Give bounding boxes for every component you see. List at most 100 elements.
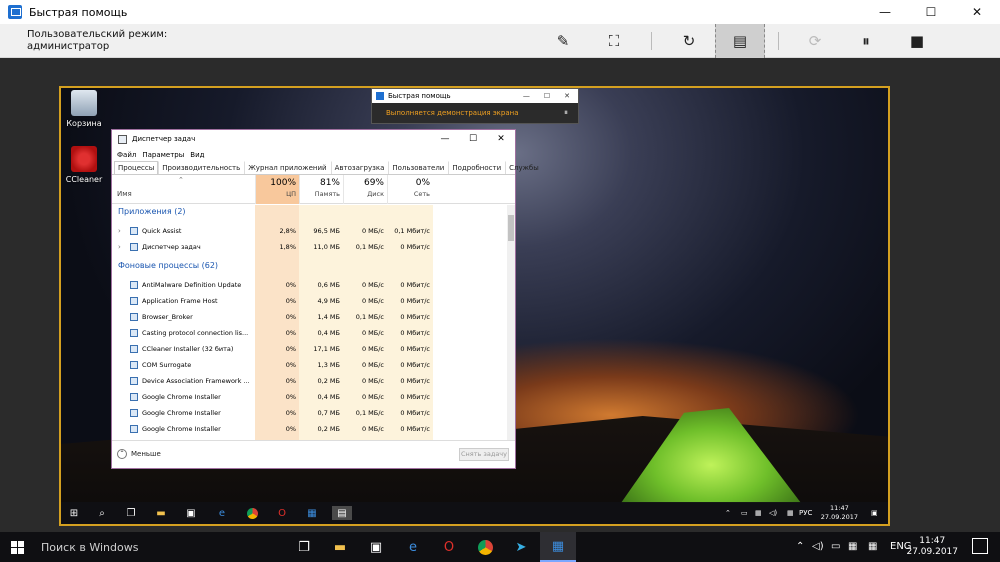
table-row[interactable]: Casting protocol connection lis... 0% 0,4 … (112, 325, 508, 341)
tab-app-history[interactable]: Журнал приложений (244, 161, 330, 174)
table-row[interactable]: AntiMalware Definition Update 0% 0,6 МБ 0 М… (112, 277, 508, 293)
table-row[interactable]: Device Association Framework ... 0% 0,2 МБ… (112, 373, 508, 389)
process-network: 0 Мбит/с (400, 393, 430, 401)
language-indicator[interactable]: РУС (799, 502, 812, 524)
remote-quick-assist-titlebar: Быстрая помощь — ☐ ✕ (372, 89, 578, 103)
table-row[interactable]: CCleaner Installer (32 бита) 0% 17,1 МБ 0 М… (112, 341, 508, 357)
restart-button[interactable]: ↻ (664, 24, 714, 58)
minimize-button[interactable]: — (523, 92, 530, 100)
chrome-icon[interactable] (245, 506, 259, 520)
opera-icon[interactable]: O (439, 537, 459, 557)
notifications-icon[interactable] (972, 538, 988, 554)
menu-file[interactable]: Файл (117, 151, 136, 159)
fit-screen-button[interactable]: ⛶ (589, 24, 639, 58)
tab-services[interactable]: Службы (505, 161, 543, 174)
tab-processes[interactable]: Процессы (114, 161, 159, 174)
host-date: 27.09.2017 (906, 547, 958, 557)
tray-chevron-icon[interactable]: ⌃ (796, 532, 804, 562)
close-button[interactable]: ✕ (954, 0, 1000, 24)
task-manager-taskbar-icon[interactable]: ▤ (332, 506, 352, 520)
column-cpu-header[interactable]: 100% ЦП (255, 175, 299, 204)
search-box[interactable]: Поиск в Windows (34, 532, 284, 562)
group-header-row: Фоновые процессы (62) (112, 261, 508, 277)
remote-screen[interactable]: Корзина CCleaner Быстрая помощь — ☐ ✕ Вы… (59, 86, 890, 526)
keyboard-icon[interactable]: ▦ (787, 502, 794, 524)
process-name: CCleaner Installer (32 бита) (142, 345, 234, 353)
menu-view[interactable]: Вид (190, 151, 204, 159)
tray-app-icon[interactable]: ▭ (741, 502, 748, 524)
stop-sharing-button[interactable]: ■ (892, 24, 942, 58)
notifications-icon[interactable]: ▣ (871, 502, 878, 524)
quick-assist-taskbar-icon[interactable]: ▦ (540, 532, 576, 562)
maximize-button[interactable]: ☐ (544, 92, 550, 100)
end-task-button[interactable]: Снять задачу (459, 448, 509, 461)
process-disk: 0 МБ/с (361, 297, 384, 305)
task-view-icon[interactable]: ❐ (124, 506, 138, 520)
expand-chevron-icon[interactable]: › (118, 239, 121, 255)
network-icon[interactable]: ▦ (755, 502, 762, 524)
minimize-button[interactable]: — (862, 0, 908, 24)
column-memory-header[interactable]: 81% Память (299, 175, 343, 204)
process-memory: 0,2 МБ (317, 425, 340, 433)
column-network-header[interactable]: 0% Сеть (387, 175, 433, 204)
edge-icon[interactable]: e (403, 537, 423, 557)
start-icon[interactable]: ⊞ (67, 506, 81, 520)
table-row[interactable]: Google Chrome Installer 0% 0,2 МБ 0 МБ/с 0 М… (112, 421, 508, 437)
process-memory: 0,6 МБ (317, 281, 340, 289)
pause-button[interactable]: ⏸ (841, 24, 891, 58)
reconnect-button[interactable]: ⟳ (790, 24, 840, 58)
vertical-scrollbar[interactable] (507, 205, 515, 441)
keyboard-icon[interactable]: ▦ (868, 532, 877, 562)
store-icon[interactable]: ▣ (184, 506, 198, 520)
column-disk-header[interactable]: 69% Диск (343, 175, 387, 204)
table-row[interactable]: › Quick Assist 2,8% 96,5 МБ 0 МБ/с 0,1 М… (112, 223, 508, 239)
process-name: Browser_Broker (142, 313, 193, 321)
table-row[interactable]: Application Frame Host 0% 4,9 МБ 0 МБ/с 0 Мб… (112, 293, 508, 309)
tray-app-icon[interactable]: ▭ (831, 532, 840, 562)
process-icon (130, 361, 138, 369)
table-row[interactable]: Google Chrome Installer 0% 0,7 МБ 0,1 МБ/с 0… (112, 405, 508, 421)
desktop-icon-ccleaner[interactable]: CCleaner (61, 146, 107, 184)
process-name: Google Chrome Installer (142, 409, 221, 417)
volume-icon[interactable]: ◁) (812, 532, 824, 562)
tab-details[interactable]: Подробности (448, 161, 505, 174)
expand-chevron-icon[interactable]: › (118, 223, 121, 239)
quick-assist-taskbar-icon[interactable]: ▦ (305, 506, 319, 520)
pause-icon[interactable]: ⏸ (564, 108, 568, 118)
column-name-header[interactable]: Имя (117, 190, 132, 198)
chrome-icon[interactable] (475, 537, 495, 557)
table-row[interactable]: COM Surrogate 0% 1,3 МБ 0 МБ/с 0 Мбит/с (112, 357, 508, 373)
telegram-icon[interactable]: ➤ (511, 537, 531, 557)
start-button[interactable] (0, 532, 34, 562)
tab-startup[interactable]: Автозагрузка (330, 161, 389, 174)
maximize-button[interactable]: ☐ (459, 134, 487, 144)
scrollbar-thumb[interactable] (508, 215, 514, 241)
file-explorer-icon[interactable]: ▬ (330, 537, 350, 557)
minimize-button[interactable]: — (431, 134, 459, 144)
search-icon[interactable]: ⌕ (95, 506, 109, 520)
desktop-icon-recycle-bin[interactable]: Корзина (61, 90, 107, 128)
store-icon[interactable]: ▣ (366, 537, 386, 557)
table-row[interactable]: Browser_Broker 0% 1,4 МБ 0,1 МБ/с 0 Мбит/с (112, 309, 508, 325)
opera-icon[interactable]: O (275, 506, 289, 520)
annotate-button[interactable]: ✎ (538, 24, 588, 58)
process-name: Google Chrome Installer (142, 393, 221, 401)
task-view-icon[interactable]: ❐ (294, 537, 314, 557)
edge-icon[interactable]: e (215, 506, 229, 520)
tab-performance[interactable]: Производительность (158, 161, 244, 174)
host-clock[interactable]: 11:47 27.09.2017 (906, 536, 958, 558)
close-button[interactable]: ✕ (487, 134, 515, 144)
task-manager-button[interactable]: ▤ (715, 24, 765, 58)
file-explorer-icon[interactable]: ▬ (154, 506, 168, 520)
close-button[interactable]: ✕ (564, 92, 570, 100)
menu-options[interactable]: Параметры (142, 151, 184, 159)
volume-icon[interactable]: ◁) (769, 502, 777, 524)
tray-chevron-icon[interactable]: ⌃ (725, 502, 731, 524)
tab-users[interactable]: Пользователи (388, 161, 448, 174)
maximize-button[interactable]: ☐ (908, 0, 954, 24)
network-icon[interactable]: ▦ (848, 532, 857, 562)
table-row[interactable]: › Диспетчер задач 1,8% 11,0 МБ 0,1 МБ/с … (112, 239, 508, 255)
remote-clock[interactable]: 11:47 27.09.2017 (821, 504, 858, 522)
table-row[interactable]: Google Chrome Installer 0% 0,4 МБ 0 МБ/с 0 М… (112, 389, 508, 405)
fewer-details-button[interactable]: ⌃ Меньше (117, 449, 161, 459)
